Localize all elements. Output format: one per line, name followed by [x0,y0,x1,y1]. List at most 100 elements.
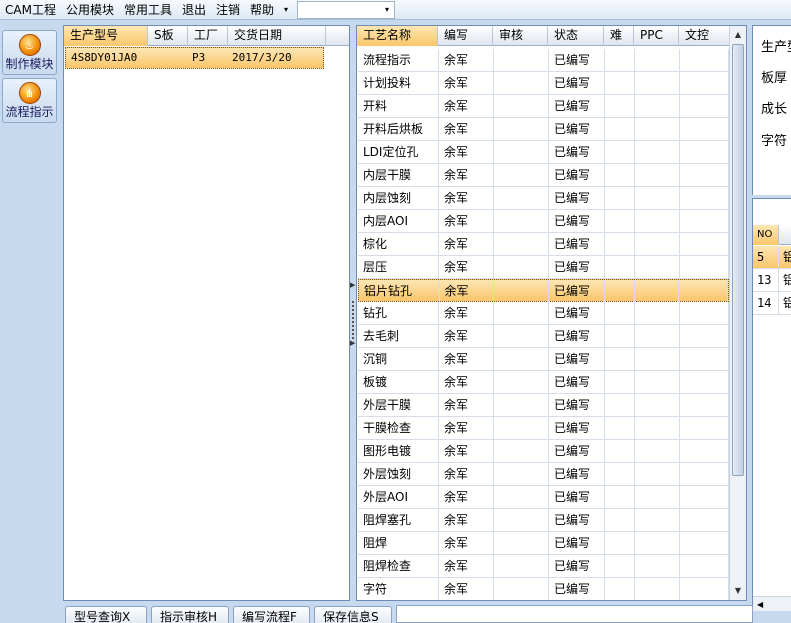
scroll-up-icon[interactable]: ▲ [730,27,746,43]
process-row[interactable]: 开料 余军 已编写 [358,95,729,118]
col-no[interactable]: NO [753,225,779,245]
col-factory[interactable]: 工厂 [188,26,228,46]
col-difficulty[interactable]: 难 [604,26,634,46]
cell-delivery-date: 2017/3/20 [232,51,292,64]
process-row[interactable]: 阻焊塞孔 余军 已编写 [358,509,729,532]
cell-reviewer [494,509,549,531]
detail-row[interactable]: 5铝 [753,246,791,269]
process-row[interactable]: 板镀 余军 已编写 [358,371,729,394]
cell-writer: 余军 [439,532,494,554]
cell-reviewer [494,348,549,370]
process-row[interactable]: 内层干膜 余军 已编写 [358,164,729,187]
cell-process-name: 内层蚀刻 [358,187,439,209]
col-delivery-date[interactable]: 交货日期 [228,26,326,46]
detail-row[interactable]: 13铝 [753,269,791,292]
process-row[interactable]: 外层干膜 余军 已编写 [358,394,729,417]
process-row[interactable]: 字符 余军 已编写 [358,578,729,600]
cell-ppc [635,233,680,255]
menu-tools[interactable]: 常用工具 [119,0,177,20]
cell-process-name: 钻孔 [358,302,439,324]
col-writer[interactable]: 编写 [438,26,493,46]
cell-reviewer [494,417,549,439]
process-row[interactable]: 钻孔 余军 已编写 [358,302,729,325]
cell-difficulty [605,578,635,600]
process-row[interactable]: 阻焊 余军 已编写 [358,532,729,555]
process-row[interactable]: 干膜检查 余军 已编写 [358,417,729,440]
process-row[interactable]: 开料后烘板 余军 已编写 [358,118,729,141]
left-toolbar: ♨ 制作模块 ⋔ 流程指示 [0,26,60,623]
process-row[interactable]: 内层AOI 余军 已编写 [358,210,729,233]
cell-status: 已编写 [549,141,605,163]
col-extra[interactable] [779,225,791,245]
cell-reviewer [494,233,549,255]
cell-writer: 余军 [439,210,494,232]
cell-value: 铝 [779,292,791,314]
menu-help[interactable]: 帮助 [245,0,279,20]
cell-reviewer [494,371,549,393]
col-s-board[interactable]: S板 [148,26,188,46]
cell-reviewer [494,394,549,416]
cell-writer: 余军 [439,233,494,255]
process-row[interactable]: 图形电镀 余军 已编写 [358,440,729,463]
cell-difficulty [605,164,635,186]
col-process-name[interactable]: 工艺名称 [357,26,438,46]
write-process-button[interactable]: 编写流程F [233,606,310,623]
cell-document-control [680,233,729,255]
process-row[interactable]: 流程指示 余军 已编写 [358,49,729,72]
col-document-control[interactable]: 文控 [679,26,730,46]
cell-reviewer [494,95,549,117]
menu-logout[interactable]: 注销 [211,0,245,20]
cell-ppc [635,141,680,163]
cell-process-name: 沉铜 [358,348,439,370]
cell-document-control [680,440,729,462]
cell-process-name: 流程指示 [358,49,439,71]
chevron-down-icon[interactable]: ▾ [279,0,293,20]
menu-combo-box[interactable]: ▾ [297,0,396,19]
process-row[interactable]: 铝片钻孔 余军 已编写 [358,279,729,302]
process-row[interactable]: 棕化 余军 已编写 [358,233,729,256]
flow-instruction-button[interactable]: ⋔ 流程指示 [2,78,57,123]
cell-writer: 余军 [439,325,494,347]
cell-document-control [680,302,729,324]
cell-process-name: 外层AOI [358,486,439,508]
cell-ppc [635,72,680,94]
cell-document-control [680,371,729,393]
process-row[interactable]: 阻焊检查 余军 已编写 [358,555,729,578]
process-row[interactable]: LDI定位孔 余军 已编写 [358,141,729,164]
process-row[interactable]: 外层蚀刻 余军 已编写 [358,463,729,486]
detail-row[interactable]: 14铝 [753,292,791,315]
instruction-review-button[interactable]: 指示审核H [151,606,229,623]
status-area [396,605,753,623]
cell-reviewer [494,187,549,209]
cell-ppc [635,509,680,531]
menu-exit[interactable]: 退出 [177,0,211,20]
cell-status: 已编写 [549,578,605,600]
process-row[interactable]: 层压 余军 已编写 [358,256,729,279]
model-row[interactable]: 4S8DY01JA0 P3 2017/3/20 [65,47,324,69]
model-query-button[interactable]: 型号查询X [65,606,147,623]
process-row[interactable]: 计划投料 余军 已编写 [358,72,729,95]
cell-difficulty [605,210,635,232]
cell-difficulty [605,486,635,508]
menu-common-module[interactable]: 公用模块 [61,0,119,20]
split-right-icon: ▶ [350,339,356,347]
process-row[interactable]: 沉铜 余军 已编写 [358,348,729,371]
process-row[interactable]: 内层蚀刻 余军 已编写 [358,187,729,210]
col-ppc[interactable]: PPC [634,26,679,46]
cell-writer: 余军 [439,440,494,462]
save-info-button[interactable]: 保存信息S [314,606,392,623]
col-model[interactable]: 生产型号 [64,26,148,46]
scroll-down-icon[interactable]: ▼ [730,583,746,599]
process-row[interactable]: 外层AOI 余军 已编写 [358,486,729,509]
cell-difficulty [605,49,635,71]
menu-cam[interactable]: CAM工程 [0,0,61,20]
chevron-down-icon[interactable]: ▾ [380,5,394,14]
vertical-scrollbar[interactable]: ▲ ▼ [729,26,746,600]
cell-status: 已编写 [549,440,605,462]
col-reviewer[interactable]: 审核 [493,26,548,46]
make-module-button[interactable]: ♨ 制作模块 [2,30,57,75]
cell-document-control [680,95,729,117]
process-row[interactable]: 去毛刺 余军 已编写 [358,325,729,348]
col-status[interactable]: 状态 [548,26,604,46]
scroll-thumb[interactable] [732,44,744,476]
